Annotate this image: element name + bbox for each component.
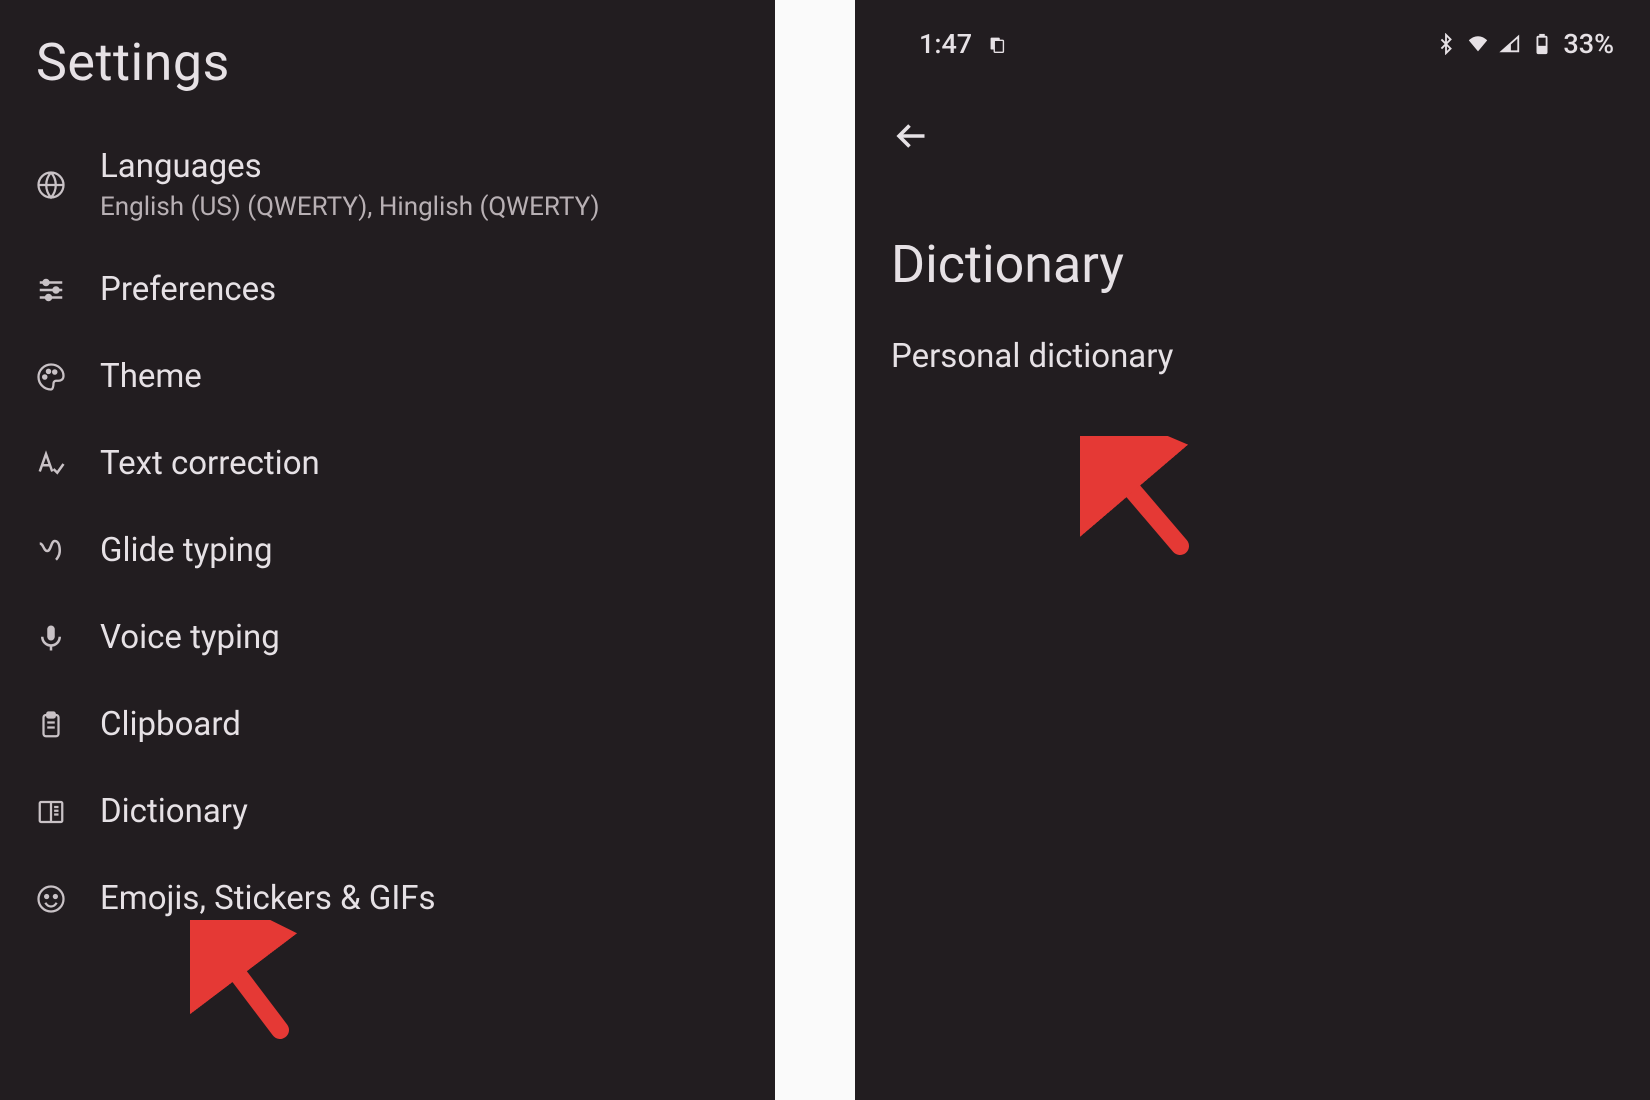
dictionary-title: Dictionary	[855, 178, 1650, 313]
dictionary-panel: 1:47 33%	[855, 0, 1650, 1100]
palette-icon	[36, 362, 66, 392]
item-label: Personal dictionary	[891, 337, 1173, 376]
settings-item-text: Clipboard	[100, 705, 241, 744]
wifi-icon	[1467, 33, 1489, 55]
notification-icon	[986, 33, 1008, 55]
status-time: 1:47	[919, 28, 972, 60]
panel-divider	[775, 0, 855, 1100]
settings-item-emojis[interactable]: Emojis, Stickers & GIFs	[0, 855, 775, 942]
bluetooth-icon	[1435, 33, 1457, 55]
status-bar: 1:47 33%	[855, 0, 1650, 72]
toolbar	[855, 72, 1650, 178]
settings-item-text: Preferences	[100, 270, 276, 309]
battery-percentage: 33%	[1563, 28, 1614, 60]
battery-icon	[1531, 33, 1553, 55]
settings-panel: Settings Languages English (US) (QWERTY)…	[0, 0, 775, 1100]
settings-item-clipboard[interactable]: Clipboard	[0, 681, 775, 768]
settings-item-glide-typing[interactable]: Glide typing	[0, 507, 775, 594]
settings-item-voice-typing[interactable]: Voice typing	[0, 594, 775, 681]
item-label: Clipboard	[100, 705, 241, 744]
settings-item-text-correction[interactable]: Text correction	[0, 420, 775, 507]
settings-item-text: Dictionary	[100, 792, 248, 831]
settings-item-text: Theme	[100, 357, 202, 396]
sliders-icon	[36, 275, 66, 305]
settings-title: Settings	[0, 0, 775, 107]
item-subtitle: English (US) (QWERTY), Hinglish (QWERTY)	[100, 192, 600, 222]
text-correction-icon	[36, 449, 66, 479]
item-label: Preferences	[100, 270, 276, 309]
gesture-icon	[36, 536, 66, 566]
settings-item-preferences[interactable]: Preferences	[0, 246, 775, 333]
status-bar-right: 33%	[1435, 28, 1614, 60]
status-bar-left: 1:47	[919, 28, 1008, 60]
item-label: Voice typing	[100, 618, 280, 657]
settings-item-text: Text correction	[100, 444, 320, 483]
item-label: Languages	[100, 147, 600, 186]
item-label: Dictionary	[100, 792, 248, 831]
back-button[interactable]	[891, 116, 931, 156]
settings-item-text: Voice typing	[100, 618, 280, 657]
signal-icon	[1499, 33, 1521, 55]
book-icon	[36, 797, 66, 827]
settings-item-text: Glide typing	[100, 531, 273, 570]
item-label: Text correction	[100, 444, 320, 483]
settings-item-text: Languages English (US) (QWERTY), Hinglis…	[100, 147, 600, 222]
item-label: Theme	[100, 357, 202, 396]
settings-item-dictionary[interactable]: Dictionary	[0, 768, 775, 855]
settings-item-theme[interactable]: Theme	[0, 333, 775, 420]
settings-list: Languages English (US) (QWERTY), Hinglis…	[0, 107, 775, 942]
globe-icon	[36, 170, 66, 200]
item-label: Emojis, Stickers & GIFs	[100, 879, 436, 918]
settings-item-languages[interactable]: Languages English (US) (QWERTY), Hinglis…	[0, 123, 775, 246]
clipboard-icon	[36, 710, 66, 740]
item-label: Glide typing	[100, 531, 273, 570]
settings-item-text: Emojis, Stickers & GIFs	[100, 879, 436, 918]
annotation-arrow	[1080, 436, 1200, 560]
emoji-icon	[36, 884, 66, 914]
mic-icon	[36, 623, 66, 653]
dictionary-item-personal[interactable]: Personal dictionary	[855, 313, 1650, 400]
